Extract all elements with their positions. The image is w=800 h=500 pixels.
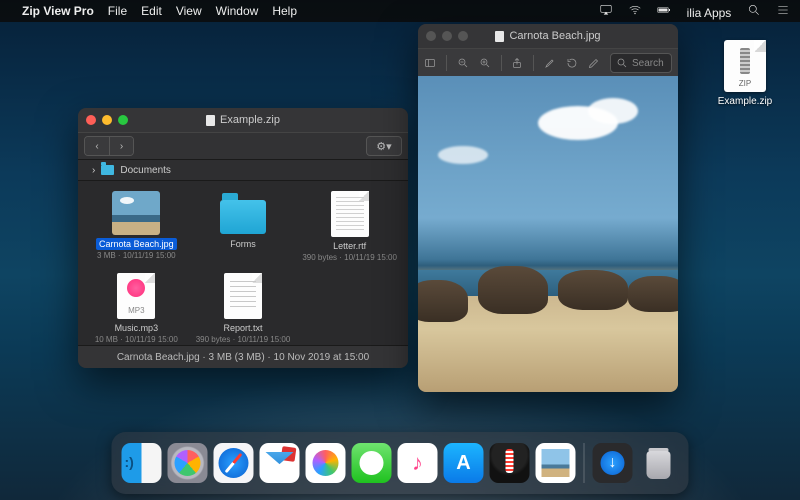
zoom-in-button[interactable] — [479, 54, 491, 72]
battery-icon[interactable] — [657, 3, 671, 17]
folder-icon — [101, 165, 114, 175]
search-icon — [616, 57, 628, 69]
image-icon — [495, 31, 504, 42]
search-placeholder: Search — [632, 58, 664, 69]
folder-icon — [219, 191, 267, 235]
dock-app-music[interactable] — [398, 443, 438, 483]
user-name[interactable]: ilia Apps — [687, 6, 732, 20]
nav-back-button[interactable]: ‹ — [85, 137, 109, 155]
file-item[interactable]: Carnota Beach.jpg 3 MB · 10/11/19 15:00 — [84, 191, 189, 269]
mp3-file-icon — [117, 273, 155, 319]
zip-file-icon: ZIP — [724, 40, 766, 92]
control-center-icon[interactable] — [776, 3, 790, 17]
file-meta: 390 bytes · 10/11/19 15:00 — [196, 335, 291, 344]
file-name: Report.txt — [220, 322, 265, 334]
txt-file-icon — [224, 273, 262, 319]
menu-edit[interactable]: Edit — [141, 4, 162, 18]
zoom-out-button[interactable] — [457, 54, 469, 72]
airplay-icon[interactable] — [599, 3, 613, 17]
dock-app-launchpad[interactable] — [168, 443, 208, 483]
app-menu[interactable]: Zip View Pro — [22, 4, 94, 18]
markup-button[interactable] — [588, 54, 600, 72]
preview-image — [418, 76, 678, 392]
document-icon — [206, 115, 215, 126]
nav-segmented-control: ‹ › — [84, 136, 134, 156]
file-item[interactable]: Music.mp3 10 MB · 10/11/19 15:00 — [84, 273, 189, 351]
file-meta: 3 MB · 10/11/19 15:00 — [97, 251, 176, 260]
file-name: Carnota Beach.jpg — [96, 238, 177, 250]
path-bar[interactable]: › Documents — [78, 160, 408, 181]
menu-window[interactable]: Window — [216, 4, 259, 18]
dock-trash[interactable] — [639, 443, 679, 483]
archive-title: Example.zip — [220, 114, 280, 126]
dock-app-preview[interactable] — [536, 443, 576, 483]
desktop-file-label: Example.zip — [710, 96, 780, 107]
preview-title: Carnota Beach.jpg — [509, 30, 600, 42]
archive-titlebar[interactable]: Example.zip — [78, 108, 408, 132]
file-grid: Carnota Beach.jpg 3 MB · 10/11/19 15:00 … — [78, 181, 408, 353]
dock-app-safari[interactable] — [214, 443, 254, 483]
menu-extras: ilia Apps — [587, 3, 790, 20]
preview-titlebar[interactable]: Carnota Beach.jpg — [418, 24, 678, 48]
rtf-file-icon — [331, 191, 369, 237]
dock-app-finder[interactable] — [122, 443, 162, 483]
action-menu-button[interactable]: ⚙︎▾ — [366, 136, 402, 156]
file-name: Forms — [227, 238, 259, 250]
file-name: Music.mp3 — [112, 322, 162, 334]
dock-app-messages[interactable] — [352, 443, 392, 483]
wifi-icon[interactable] — [628, 3, 642, 17]
dock-downloads-stack[interactable] — [593, 443, 633, 483]
desktop-file-example-zip[interactable]: ZIP Example.zip — [710, 40, 780, 107]
status-text: Carnota Beach.jpg · 3 MB (3 MB) · 10 Nov… — [117, 352, 369, 363]
file-meta: 10 MB · 10/11/19 15:00 — [95, 335, 178, 344]
sidebar-toggle-button[interactable] — [424, 54, 436, 72]
file-name: Letter.rtf — [330, 240, 369, 252]
share-button[interactable] — [511, 54, 523, 72]
file-item[interactable]: Letter.rtf 390 bytes · 10/11/19 15:00 — [297, 191, 402, 269]
file-meta: 390 bytes · 10/11/19 15:00 — [302, 253, 397, 262]
nav-forward-button[interactable]: › — [109, 137, 133, 155]
file-item[interactable]: Report.txt 390 bytes · 10/11/19 15:00 — [191, 273, 296, 351]
dock-separator — [584, 443, 585, 483]
dock-app-zip-view-pro[interactable] — [490, 443, 530, 483]
dock — [112, 432, 689, 494]
preview-search-field[interactable]: Search — [610, 53, 672, 73]
file-item[interactable]: Forms — [191, 191, 296, 269]
desktop: Zip View Pro File Edit View Window Help … — [0, 0, 800, 500]
menu-view[interactable]: View — [176, 4, 202, 18]
rotate-button[interactable] — [566, 54, 578, 72]
archive-toolbar: ‹ › ⚙︎▾ — [78, 132, 408, 160]
highlight-button[interactable] — [544, 54, 556, 72]
preview-toolbar: Search — [418, 48, 678, 78]
menu-help[interactable]: Help — [272, 4, 297, 18]
archive-window: Example.zip ‹ › ⚙︎▾ › Documents Carnota … — [78, 108, 408, 368]
dock-app-mail[interactable] — [260, 443, 300, 483]
image-thumbnail-icon — [112, 191, 160, 235]
preview-window: Carnota Beach.jpg Search — [418, 24, 678, 392]
dock-app-appstore[interactable] — [444, 443, 484, 483]
dock-app-photos[interactable] — [306, 443, 346, 483]
chevron-right-icon: › — [92, 165, 95, 176]
path-folder-label: Documents — [120, 165, 171, 176]
menu-bar: Zip View Pro File Edit View Window Help … — [0, 0, 800, 22]
spotlight-icon[interactable] — [747, 3, 761, 17]
menu-file[interactable]: File — [108, 4, 127, 18]
status-bar: Carnota Beach.jpg · 3 MB (3 MB) · 10 Nov… — [78, 345, 408, 368]
